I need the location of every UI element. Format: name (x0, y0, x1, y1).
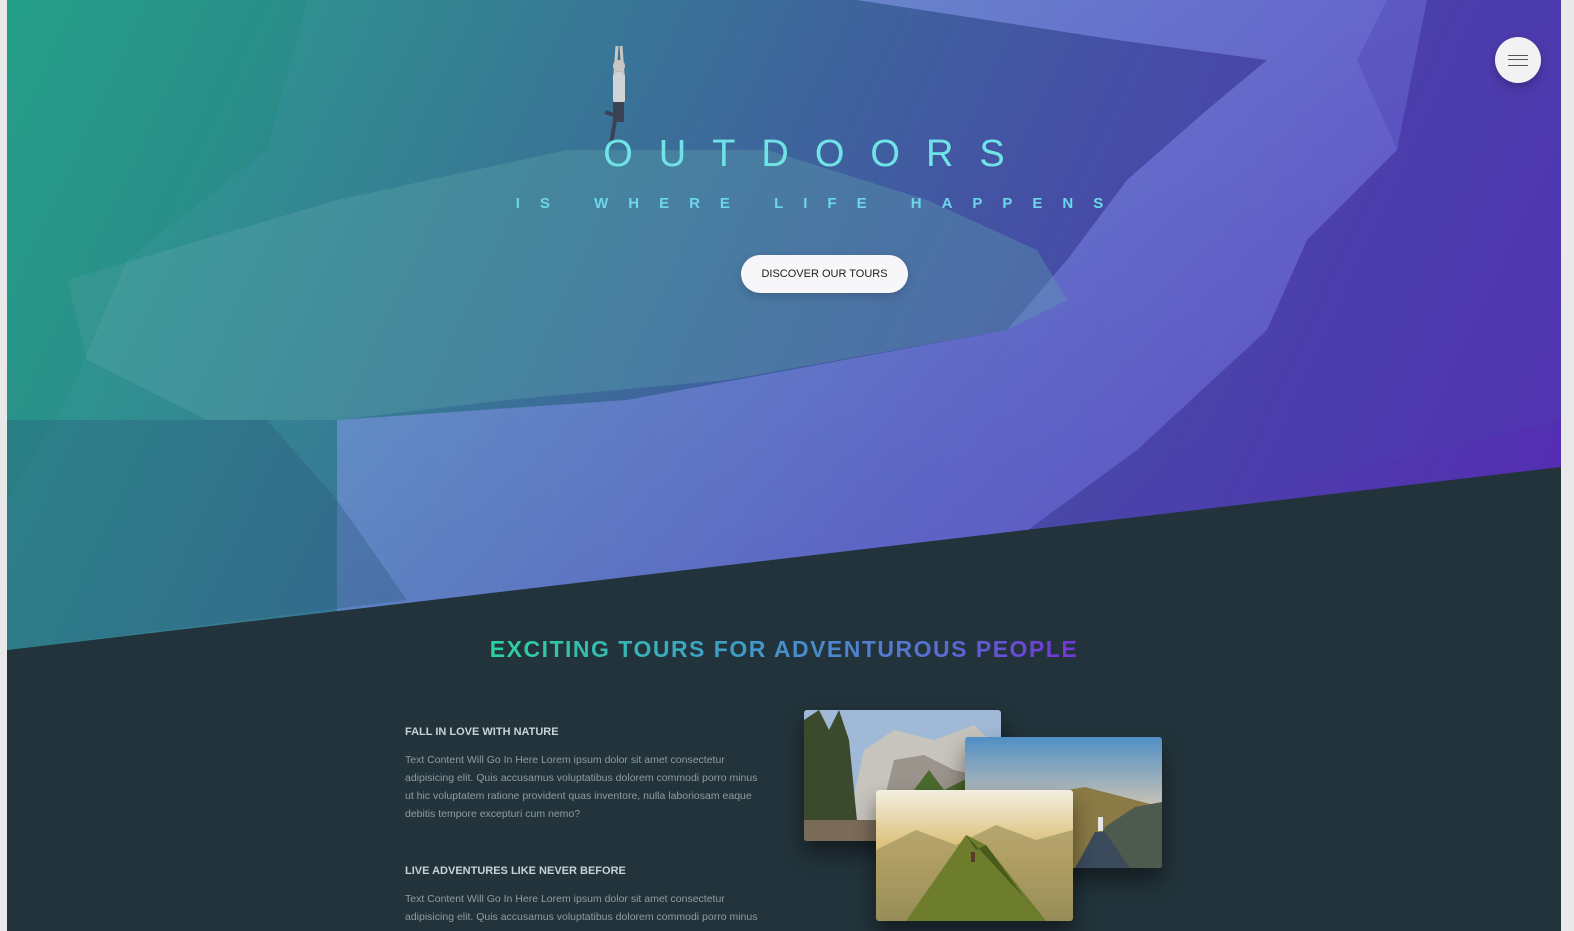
menu-button[interactable] (1495, 37, 1541, 83)
hero-section: OUTDOORS IS WHERE LIFE HAPPENS DISCOVER … (7, 0, 1561, 650)
feature-title: LIVE ADVENTURES LIKE NEVER BEFORE (405, 865, 626, 877)
feature-adventures: LIVE ADVENTURES LIKE NEVER BEFORE Text C… (405, 865, 761, 926)
hero-background-landscape (7, 0, 1561, 650)
discover-tours-button[interactable]: DISCOVER OUR TOURS (741, 255, 908, 293)
feature-title: FALL IN LOVE WITH NATURE (405, 726, 559, 738)
section-heading: EXCITING TOURS FOR ADVENTUROUS PEOPLE (7, 636, 1561, 663)
hero-subtitle: IS WHERE LIFE HAPPENS (515, 195, 1124, 212)
hamburger-menu-icon (1508, 54, 1528, 66)
feature-text: Text Content Will Go In Here Lorem ipsum… (405, 893, 758, 923)
mountain-ridge-sunrise-photo[interactable] (876, 790, 1073, 921)
landing-page: OUTDOORS IS WHERE LIFE HAPPENS DISCOVER … (7, 0, 1561, 931)
feature-text: Text Content Will Go In Here Lorem ipsum… (405, 754, 758, 820)
feature-nature: FALL IN LOVE WITH NATURE Text Content Wi… (405, 726, 761, 823)
yoga-person-figure (604, 45, 625, 146)
hero-title: OUTDOORS (603, 133, 1031, 175)
